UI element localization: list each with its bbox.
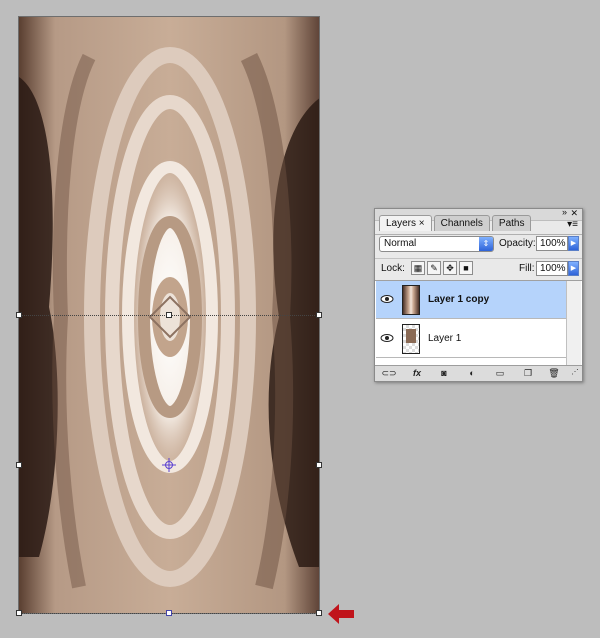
tab-paths-label: Paths	[498, 218, 525, 229]
opacity-field[interactable]: 100%	[536, 236, 568, 251]
transform-handle-bottom-center[interactable]	[166, 610, 172, 616]
reference-point-icon[interactable]	[162, 458, 176, 472]
transform-handle-bottom-right[interactable]	[316, 610, 322, 616]
layers-scrollbar[interactable]	[566, 281, 581, 367]
layer-row-layer-1[interactable]: Layer 1	[376, 320, 568, 358]
lock-label: Lock:	[381, 263, 405, 274]
fx-icon[interactable]: fx	[409, 367, 425, 379]
panel-close-icon[interactable]: ✕	[570, 208, 578, 219]
tab-layers[interactable]: Layers ×	[379, 215, 432, 231]
layer-row-layer-1-copy[interactable]: Layer 1 copy	[376, 281, 568, 319]
transform-handle-bottom-left[interactable]	[16, 610, 22, 616]
layers-list: Layer 1 copy Layer 1	[375, 280, 582, 368]
layer-thumbnail	[402, 285, 420, 315]
new-layer-icon[interactable]: ❐	[521, 367, 535, 379]
fill-slider-button[interactable]: ▶	[568, 261, 579, 276]
lock-transparent-pixels-icon[interactable]: ▦	[411, 261, 425, 275]
fill-label: Fill:	[519, 263, 535, 274]
transform-handle-middle-left[interactable]	[16, 462, 22, 468]
red-arrow-icon	[328, 604, 354, 624]
fill-value: 100%	[540, 263, 566, 274]
tab-close-icon[interactable]: ×	[419, 218, 425, 229]
tab-layers-label: Layers	[386, 218, 417, 229]
resize-grip-icon[interactable]: ⋰	[571, 367, 579, 379]
fill-field[interactable]: 100%	[536, 261, 568, 276]
opacity-value: 100%	[540, 238, 566, 249]
panel-tabs: Layers × Channels Paths	[379, 215, 533, 231]
panel-collapse-icon[interactable]: »	[562, 207, 567, 217]
tab-paths[interactable]: Paths	[491, 215, 532, 231]
tab-channels[interactable]: Channels	[433, 215, 490, 231]
chevron-updown-icon: ⇕	[479, 237, 493, 251]
transform-handle-middle-right[interactable]	[316, 462, 322, 468]
adjustment-icon[interactable]: ◐	[465, 367, 479, 379]
visibility-eye-icon[interactable]	[380, 332, 394, 344]
opacity-slider-button[interactable]: ▶	[568, 236, 579, 251]
transform-handle-top-center[interactable]	[166, 312, 172, 318]
lock-all-icon[interactable]: ■	[459, 261, 473, 275]
link-icon[interactable]: ⊂⊃	[381, 367, 397, 379]
lock-image-pixels-icon[interactable]: ✎	[427, 261, 441, 275]
transform-handle-top-left[interactable]	[16, 312, 22, 318]
layer-name[interactable]: Layer 1	[428, 333, 461, 344]
layers-panel: ✕ » Layers × Channels Paths ▾≡ Normal ⇕ …	[374, 207, 583, 382]
trash-icon[interactable]: 🗑	[547, 367, 561, 379]
group-folder-icon[interactable]: ▭	[493, 367, 507, 379]
transform-handle-top-right[interactable]	[316, 312, 322, 318]
blend-mode-select[interactable]: Normal ⇕	[379, 236, 494, 252]
panel-footer: ⊂⊃ fx ◙ ◐ ▭ ❐ 🗑 ⋰	[375, 365, 582, 381]
visibility-eye-icon[interactable]	[380, 293, 394, 305]
mask-icon[interactable]: ◙	[437, 367, 451, 379]
blend-mode-value: Normal	[384, 238, 417, 249]
tab-channels-label: Channels	[440, 218, 483, 229]
opacity-label: Opacity:	[499, 238, 536, 249]
lock-position-icon[interactable]: ✥	[443, 261, 457, 275]
layer-name[interactable]: Layer 1 copy	[428, 294, 489, 305]
panel-menu-icon[interactable]: ▾≡	[567, 220, 578, 230]
layer-thumbnail	[402, 324, 420, 354]
